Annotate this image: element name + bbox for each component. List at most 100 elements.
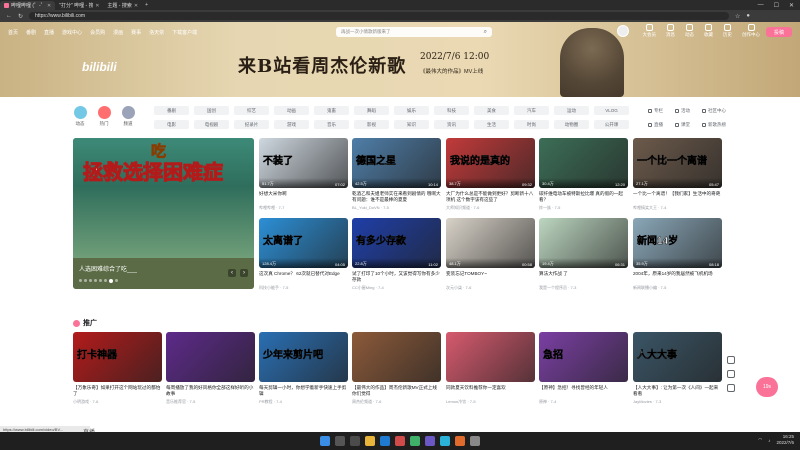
back-icon[interactable]: ← [6,13,12,19]
video-card[interactable]: 30.4万 12:20 碳纤维电动车被特斯拉比爆 真的假的一起看？ 炸一族 · 7-5 [539,138,628,211]
file-explorer-icon[interactable] [365,436,375,446]
video-card[interactable]: 打卡神器 【万象乐奇】如果打开这个网站玩过的都怕了 小明游戏 · 7-6 [73,332,162,405]
minimize-icon[interactable]: — [758,2,764,9]
video-meta[interactable]: PR教程 · 7-4 [259,399,348,405]
app-icon[interactable] [455,436,465,446]
video-thumbnail[interactable]: 30.4万 12:20 [539,138,628,188]
video-meta[interactable]: 周杰伦频道 · 7-6 [352,399,441,405]
close-icon[interactable]: ✕ [47,3,51,9]
video-thumbnail[interactable] [446,332,535,382]
category-chip[interactable]: 公开课 [594,120,629,129]
category-chip[interactable]: 运动 [554,106,589,115]
video-card[interactable]: 我说的是真的 38.7万 09:32 大厂为什么总是不能做到更好？剪断新十八项机 这个… [446,138,535,211]
video-thumbnail[interactable]: 人大大事 [633,332,722,382]
video-thumbnail[interactable]: 我说的是真的 38.7万 09:32 [446,138,535,188]
category-chip[interactable]: 番剧 [154,106,189,115]
video-title[interactable]: 好想大米你啊 [259,191,348,203]
app-icon[interactable] [440,436,450,446]
bilibili-logo[interactable]: bilibili [82,60,117,74]
browser-tab[interactable]: 主题 - 搜索 ✕ [103,1,142,10]
nav-esports[interactable]: 赛事 [131,29,141,36]
category-chip[interactable]: 资讯 [434,120,469,129]
link-column[interactable]: 专栏 [648,106,672,115]
category-chip[interactable]: 动物圈 [554,120,589,129]
carousel-dot[interactable] [115,279,118,282]
category-chip[interactable]: 美食 [474,106,509,115]
category-chip[interactable]: 综艺 [234,106,269,115]
category-chip[interactable]: 汽车 [514,106,549,115]
carousel[interactable]: 吃 拯救选择困难症 人选困难综合了吃___ ‹ › [73,138,254,289]
category-chip[interactable]: 娱乐 [394,106,429,115]
category-chip[interactable]: 电视剧 [194,120,229,129]
category-chip[interactable]: 时尚 [514,120,549,129]
video-card[interactable]: 太离谱了 128.4万 04:05 这次真 Chrome？ 62次就已替代对Edge 科… [259,218,348,291]
category-chip[interactable]: 舞蹈 [354,106,389,115]
nav-anime[interactable]: 番剧 [26,29,36,36]
video-thumbnail[interactable]: 少年来剪片吧 [259,332,348,382]
url-field[interactable]: https://www.bilibili.com [29,12,730,20]
video-thumbnail[interactable]: 急招 [539,332,628,382]
nav-download-app[interactable]: 下载客户端 [172,29,197,36]
carousel-dot[interactable] [99,279,102,282]
close-window-icon[interactable]: ✕ [789,2,794,9]
category-chip[interactable]: 鬼畜 [314,106,349,115]
nav-luotianyi[interactable]: 洛天依 [149,29,164,36]
video-title[interactable]: 一个比一个离谱！【我们家】生活中的奇葩 [633,191,722,203]
category-chip[interactable]: VLOG [594,106,629,115]
video-title[interactable]: 同款夏天饮料推荐你一定喜欢 [446,385,535,397]
category-chip[interactable]: 科技 [434,106,469,115]
video-title[interactable]: 变装忘记TOMBOY~ [446,271,535,283]
nav-shop[interactable]: 会员购 [90,29,105,36]
carousel-dot[interactable] [79,279,82,282]
close-icon[interactable]: ✕ [134,3,138,9]
app-icon[interactable] [470,436,480,446]
browser-tab[interactable]: 哔哩哔哩 (゜-゜)つロ 干杯~ ✕ [0,1,56,10]
video-thumbnail[interactable]: 太离谱了 128.4万 04:05 [259,218,348,268]
video-meta[interactable]: 科技小能手 · 7-5 [259,285,348,291]
video-meta[interactable]: 炸一族 · 7-5 [539,205,628,211]
video-meta[interactable]: CC小屋Ming · 7-4 [352,285,441,291]
video-thumbnail[interactable] [166,332,255,382]
carousel-caption[interactable]: 人选困难综合了吃___ [79,264,137,273]
video-meta[interactable]: 大师知识频道 · 7-6 [446,205,535,211]
start-icon[interactable] [320,436,330,446]
video-card[interactable]: 同款夏天饮料推荐你一定喜欢 Lemon冷饮 · 7-5 [446,332,535,405]
browser-tab[interactable]: "打分" 哔哩 - 搜索 ✕ [55,1,103,10]
video-meta[interactable]: BL_Yuki_DoVN · 7-5 [352,205,441,210]
volume-icon[interactable]: ♪ [768,438,770,443]
video-meta[interactable]: Lemon冷饮 · 7-5 [446,399,535,405]
video-thumbnail[interactable]: 不装了 51.7万 07:02 [259,138,348,188]
video-thumbnail[interactable] [352,332,441,382]
video-card[interactable]: 48.1万 00:58 变装忘记TOMBOY~ 次元小柒 · 7-6 [446,218,535,291]
video-title[interactable]: 试了打印了10个小时，又该觉得写你有多少存款 [352,271,441,283]
link-music-chart[interactable]: 新歌热榜 [702,120,726,129]
video-thumbnail[interactable]: 48.1万 00:58 [446,218,535,268]
carousel-dot[interactable] [84,279,87,282]
category-chip[interactable]: 动画 [274,106,309,115]
link-community[interactable]: 社区中心 [702,106,726,115]
video-meta[interactable]: 原神 · 7-4 [539,399,628,405]
video-card[interactable]: 急招 【原神】急招！寻找曾经的年轻人 原神 · 7-4 [539,332,628,405]
video-card[interactable]: 19.4万 06:31 算法大作战 了我是一个程序员 · 7-3 [539,218,628,291]
video-meta[interactable]: 音乐推荐官 · 7-5 [166,399,255,405]
back-to-top-icon[interactable] [727,384,735,392]
favorites-icon[interactable]: ☆ [735,13,740,20]
video-meta[interactable]: 我是一个程序员 · 7-3 [539,285,628,291]
app-icon[interactable] [395,436,405,446]
video-card[interactable]: 每周播放了我的好风格你全部这样好听的小故事 音乐推荐官 · 7-5 [166,332,255,405]
video-card[interactable]: 【最伟大的作品】周杰伦新歌MV正式上线 你们觉得 周杰伦频道 · 7-6 [352,332,441,405]
video-card[interactable]: 少年来剪片吧 每天剪辑一小时，你想学着新手快速上手剪辑 PR教程 · 7-4 [259,332,348,405]
video-meta[interactable]: JayMovies · 7-3 [633,399,722,404]
carousel-dot[interactable] [89,279,92,282]
category-chip[interactable]: 生活 [474,120,509,129]
video-title[interactable]: 碳纤维电动车被特斯拉比爆 真的假的一起看？ [539,191,628,203]
video-meta[interactable]: 小明游戏 · 7-6 [73,399,162,405]
video-title[interactable]: 【人大大事】: 让为第一次《人间》一起来看看 [633,385,722,397]
profile-icon[interactable]: ● [746,13,750,19]
video-thumbnail[interactable]: 19.4万 06:31 [539,218,628,268]
category-chip[interactable]: 音乐 [314,120,349,129]
video-thumbnail[interactable]: 打卡神器 [73,332,162,382]
search-taskbar-icon[interactable] [335,436,345,446]
channel-dynamic[interactable]: 动态 [68,106,92,127]
video-title[interactable]: 这次真 Chrome？ 62次就已替代对Edge [259,271,348,283]
